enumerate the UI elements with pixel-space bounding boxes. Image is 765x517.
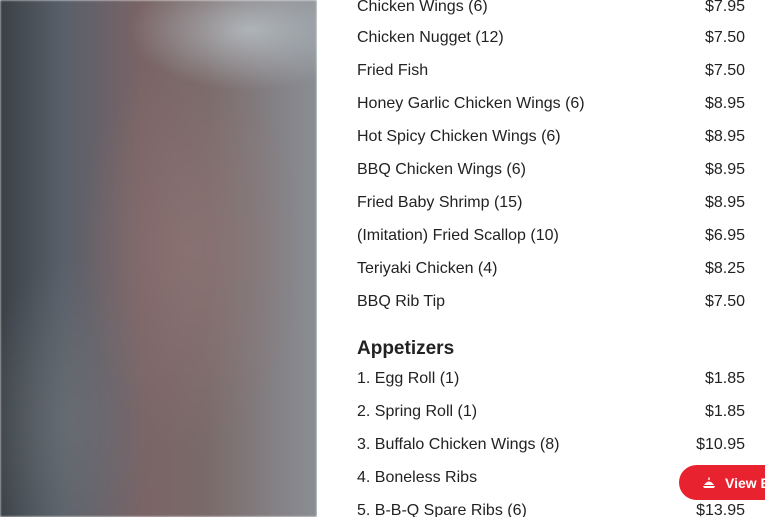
- menu-item[interactable]: 2. Spring Roll (1) $1.85: [357, 395, 745, 428]
- menu-item-price: $8.95: [704, 193, 745, 211]
- menu-item-name: 4. Boneless Ribs: [357, 468, 478, 486]
- menu-item-price: $8.95: [704, 127, 745, 145]
- menu-item-name: Fried Baby Shrimp (15): [357, 193, 523, 211]
- menu-item-price: $1.85: [704, 402, 745, 420]
- menu-item-price: $7.50: [704, 292, 745, 310]
- menu-panel: Chicken Wings (6) $7.95 Chicken Nugget (…: [317, 0, 765, 517]
- menu-item[interactable]: Chicken Wings (6) $7.95: [357, 0, 745, 23]
- menu-item-name: Teriyaki Chicken (4): [357, 259, 498, 277]
- menu-item-name: 3. Buffalo Chicken Wings (8): [357, 435, 560, 453]
- background-photo: [0, 0, 317, 517]
- menu-item-name: Honey Garlic Chicken Wings (6): [357, 94, 585, 112]
- menu-item[interactable]: (Imitation) Fried Scallop (10) $6.95: [357, 219, 745, 252]
- menu-item-name: 1. Egg Roll (1): [357, 369, 460, 387]
- menu-item[interactable]: Fried Baby Shrimp (15) $8.95: [357, 186, 745, 219]
- menu-item-price: $8.25: [704, 259, 745, 277]
- menu-item-name: Fried Fish: [357, 61, 429, 79]
- view-bag-button[interactable]: View Bag: [679, 465, 765, 500]
- menu-item[interactable]: Teriyaki Chicken (4) $8.25: [357, 252, 745, 285]
- menu-item-name: Chicken Wings (6): [357, 0, 488, 15]
- menu-item-name: BBQ Rib Tip: [357, 292, 446, 310]
- menu-item-name: (Imitation) Fried Scallop (10): [357, 226, 559, 244]
- menu-item-price: $6.95: [704, 226, 745, 244]
- menu-item-name: 2. Spring Roll (1): [357, 402, 478, 420]
- menu-item-name: 5. B-B-Q Spare Ribs (6): [357, 501, 527, 517]
- menu-item-price: $8.95: [704, 94, 745, 112]
- view-bag-label: View Bag: [725, 474, 765, 491]
- menu-item-price: $1.85: [704, 369, 745, 387]
- menu-item[interactable]: Hot Spicy Chicken Wings (6) $8.95: [357, 120, 745, 153]
- menu-item-price: $10.95: [696, 435, 745, 453]
- menu-item-price: $7.95: [704, 0, 745, 15]
- menu-item-price: $13.95: [696, 501, 745, 517]
- menu-item[interactable]: Chicken Nugget (12) $7.50: [357, 21, 745, 54]
- menu-item-name: BBQ Chicken Wings (6): [357, 160, 526, 178]
- menu-item[interactable]: BBQ Rib Tip $7.50: [357, 285, 745, 318]
- menu-item[interactable]: 3. Buffalo Chicken Wings (8) $10.95: [357, 428, 745, 461]
- menu-item-price: $7.50: [704, 28, 745, 46]
- bag-icon: [703, 477, 715, 488]
- menu-item[interactable]: BBQ Chicken Wings (6) $8.95: [357, 153, 745, 186]
- menu-item[interactable]: Honey Garlic Chicken Wings (6) $8.95: [357, 87, 745, 120]
- menu-item[interactable]: 1. Egg Roll (1) $1.85: [357, 362, 745, 395]
- menu-item[interactable]: Fried Fish $7.50: [357, 54, 745, 87]
- menu-item-price: $7.50: [704, 61, 745, 79]
- menu-item-name: Hot Spicy Chicken Wings (6): [357, 127, 561, 145]
- section-title-appetizers: Appetizers: [357, 338, 455, 359]
- menu-item-name: Chicken Nugget (12): [357, 28, 504, 46]
- menu-item-price: $8.95: [704, 160, 745, 178]
